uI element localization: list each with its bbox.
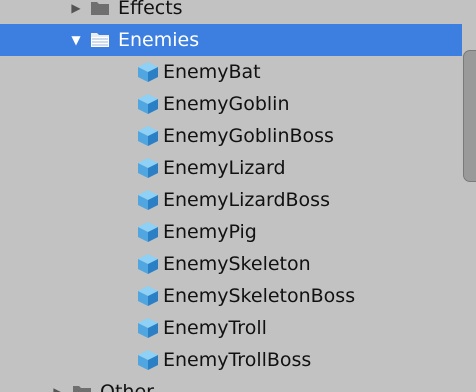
prefab-row[interactable]: EnemyGoblin — [0, 88, 462, 120]
prefab-row[interactable]: EnemyBat — [0, 56, 462, 88]
folder-row-effects[interactable]: ▶ Effects — [0, 0, 462, 24]
prefab-cube-icon — [138, 350, 158, 370]
scrollbar-thumb[interactable] — [463, 50, 476, 182]
prefab-cube-icon — [138, 222, 158, 242]
prefab-row[interactable]: EnemyTrollBoss — [0, 344, 462, 376]
enemy-prefab-list: EnemyBat EnemyGoblin EnemyGoblinBoss EnemyL… — [0, 56, 462, 376]
prefab-row[interactable]: EnemyGoblinBoss — [0, 120, 462, 152]
prefab-cube-icon — [138, 286, 158, 306]
prefab-label: EnemyPig — [163, 221, 257, 243]
folder-row-enemies[interactable]: ▼ Enemies — [0, 24, 462, 56]
project-panel: ▶ Effects ▼ Enemies EnemyBat EnemyGoblin E… — [0, 0, 476, 392]
prefab-cube-icon — [138, 94, 158, 114]
expanded-arrow-icon[interactable]: ▼ — [68, 24, 84, 56]
prefab-row[interactable]: EnemySkeleton — [0, 248, 462, 280]
folder-tree: ▶ Effects ▼ Enemies EnemyBat EnemyGoblin E… — [0, 0, 462, 392]
prefab-cube-icon — [138, 62, 158, 82]
prefab-row[interactable]: EnemyPig — [0, 216, 462, 248]
prefab-row[interactable]: EnemyLizard — [0, 152, 462, 184]
prefab-label: EnemyBat — [163, 61, 261, 83]
prefab-cube-icon — [138, 190, 158, 210]
collapsed-arrow-icon[interactable]: ▶ — [50, 376, 66, 392]
prefab-label: EnemySkeletonBoss — [163, 285, 356, 307]
prefab-label: EnemyGoblin — [163, 93, 290, 115]
prefab-label: EnemyLizardBoss — [163, 189, 330, 211]
prefab-label: EnemyTroll — [163, 317, 267, 339]
prefab-label: EnemyLizard — [163, 157, 286, 179]
folder-row-other[interactable]: ▶ Other — [0, 376, 462, 392]
folder-closed-icon — [73, 386, 91, 392]
prefab-label: EnemySkeleton — [163, 253, 311, 275]
prefab-cube-icon — [138, 254, 158, 274]
collapsed-arrow-icon[interactable]: ▶ — [68, 0, 84, 24]
folder-open-icon — [91, 33, 109, 47]
prefab-label: EnemyTrollBoss — [163, 349, 312, 371]
prefab-cube-icon — [138, 318, 158, 338]
folder-label-enemies: Enemies — [118, 29, 200, 51]
prefab-cube-icon — [138, 126, 158, 146]
prefab-row[interactable]: EnemyTroll — [0, 312, 462, 344]
prefab-row[interactable]: EnemySkeletonBoss — [0, 280, 462, 312]
vertical-scrollbar[interactable] — [462, 0, 476, 392]
prefab-row[interactable]: EnemyLizardBoss — [0, 184, 462, 216]
prefab-cube-icon — [138, 158, 158, 178]
folder-label-effects: Effects — [118, 0, 183, 19]
folder-label-other: Other — [100, 381, 154, 392]
prefab-label: EnemyGoblinBoss — [163, 125, 334, 147]
folder-closed-icon — [91, 2, 109, 15]
